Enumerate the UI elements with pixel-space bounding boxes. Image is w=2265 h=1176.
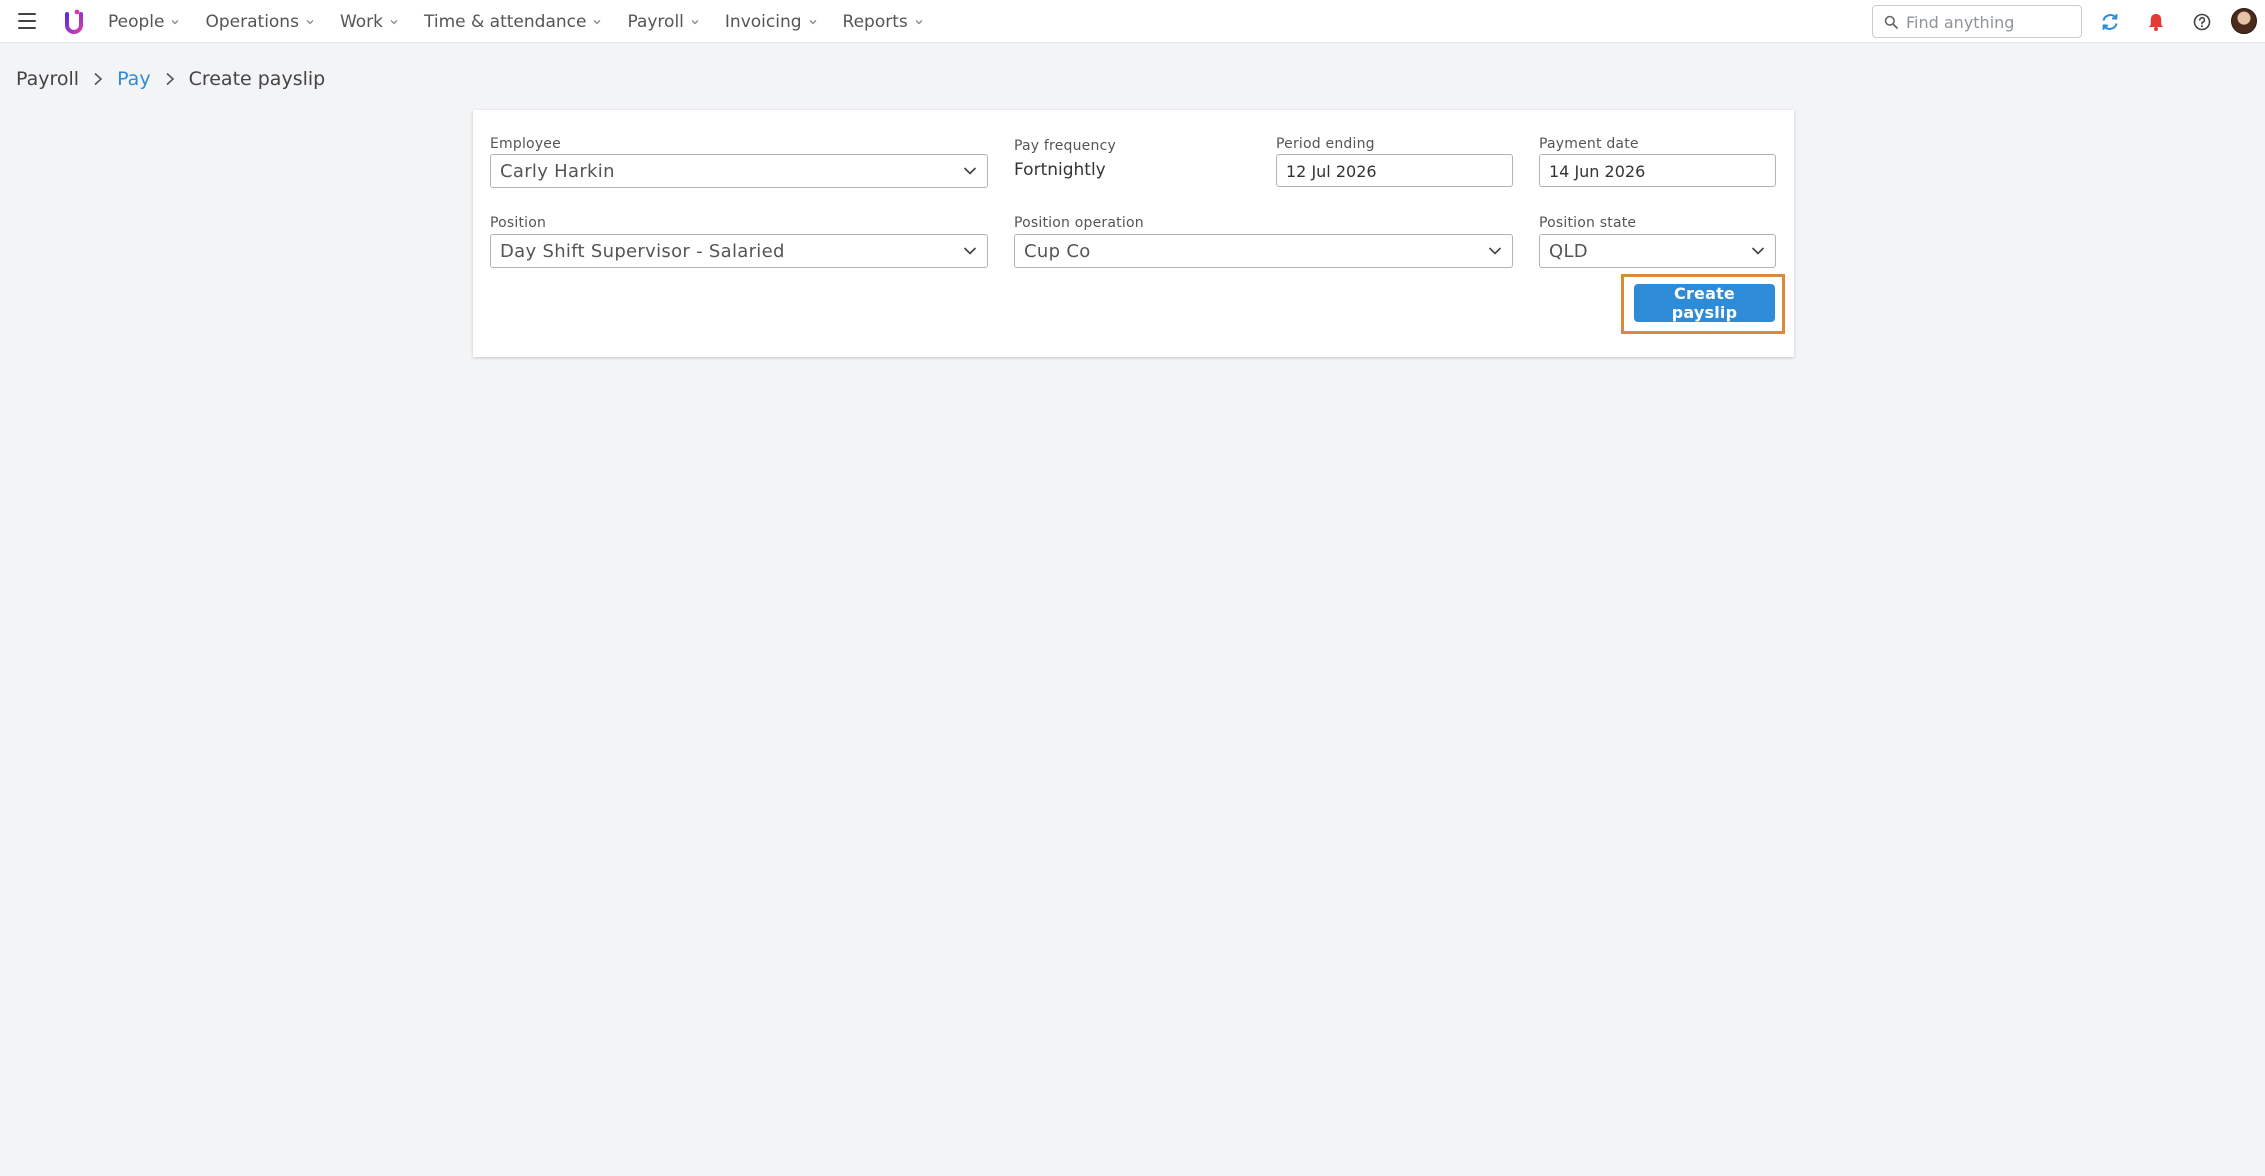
chevron-down-icon (809, 19, 816, 24)
nav-operations[interactable]: Operations (205, 11, 314, 32)
position-operation-label: Position operation (1014, 215, 1144, 231)
user-avatar[interactable] (2231, 8, 2257, 34)
nav-invoicing[interactable]: Invoicing (725, 12, 817, 32)
nav-invoicing-label: Invoicing (724, 11, 802, 32)
position-value: Day Shift Supervisor - Salaried (500, 241, 785, 262)
position-label: Position (490, 215, 547, 231)
payment-date-field[interactable] (1539, 154, 1776, 187)
chevron-down-icon (1488, 247, 1502, 255)
nav-people[interactable]: People (108, 12, 179, 32)
period-ending-label: Period ending (1276, 136, 1375, 152)
chevron-down-icon (963, 247, 977, 255)
nav-payroll-label: Payroll (627, 11, 684, 32)
employee-select[interactable]: Carly Harkin (490, 154, 988, 188)
nav-reports-label: Reports (842, 11, 908, 32)
nav-work-label: Work (339, 11, 384, 32)
hamburger-menu-icon[interactable] (18, 13, 36, 29)
nav-people-label: People (108, 11, 165, 32)
nav-payroll[interactable]: Payroll (627, 11, 699, 32)
nav-time-attendance-label: Time & attendance (424, 11, 587, 32)
nav-time-attendance[interactable]: Time & attendance (424, 12, 601, 32)
help-icon[interactable] (2191, 11, 2213, 33)
top-navigation-bar: People Operations Work Time & attendance… (0, 0, 2265, 43)
create-payslip-form: Employee Carly Harkin Pay frequency Fort… (473, 110, 1794, 357)
chevron-down-icon (390, 19, 398, 24)
breadcrumb-payroll[interactable]: Payroll (16, 68, 79, 90)
pay-frequency-value: Fortnightly (1014, 160, 1106, 180)
chevron-right-icon (166, 72, 174, 86)
chevron-down-icon (172, 19, 179, 24)
bell-icon[interactable] (2145, 11, 2167, 33)
position-state-select[interactable]: QLD (1539, 234, 1776, 268)
brand-logo[interactable] (63, 8, 85, 36)
chevron-down-icon (594, 19, 601, 24)
chevron-down-icon (1751, 247, 1765, 255)
create-payslip-button[interactable]: Create payslip (1634, 284, 1775, 322)
position-select[interactable]: Day Shift Supervisor - Salaried (490, 234, 988, 268)
breadcrumb: Payroll Pay Create payslip (16, 64, 325, 94)
position-state-value: QLD (1549, 241, 1588, 262)
chevron-down-icon (306, 19, 314, 24)
nav-operations-label: Operations (205, 11, 299, 32)
nav-reports[interactable]: Reports (843, 12, 923, 32)
pay-frequency-label: Pay frequency (1014, 138, 1116, 154)
position-operation-value: Cup Co (1024, 241, 1091, 262)
employee-label: Employee (490, 136, 561, 152)
chevron-down-icon (963, 167, 977, 175)
period-ending-field[interactable] (1276, 154, 1513, 187)
search-icon (1884, 15, 1898, 29)
main-nav: People Operations Work Time & attendance… (108, 0, 949, 43)
breadcrumb-current: Create payslip (188, 68, 326, 90)
sync-icon[interactable] (2099, 11, 2121, 33)
position-state-label: Position state (1539, 215, 1637, 231)
payment-date-input[interactable] (1549, 159, 1749, 183)
chevron-down-icon (915, 19, 923, 24)
nav-work[interactable]: Work (340, 12, 398, 32)
breadcrumb-pay[interactable]: Pay (117, 68, 151, 90)
position-operation-select[interactable]: Cup Co (1014, 234, 1513, 268)
period-ending-input[interactable] (1286, 159, 1486, 183)
chevron-right-icon (94, 72, 103, 86)
chevron-down-icon (691, 19, 699, 24)
payment-date-label: Payment date (1539, 136, 1639, 152)
search-input[interactable] (1906, 10, 2074, 34)
employee-value: Carly Harkin (500, 161, 615, 182)
global-search[interactable] (1872, 5, 2082, 38)
